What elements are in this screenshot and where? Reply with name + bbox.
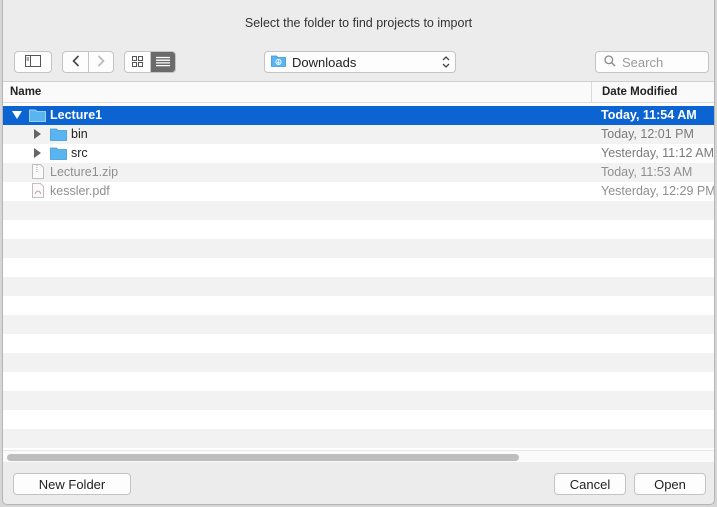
disclosure-closed-icon[interactable] — [34, 129, 41, 139]
location-popup[interactable]: Downloads — [264, 51, 456, 73]
folder-icon — [50, 127, 67, 144]
search-icon — [604, 54, 616, 70]
disclosure-open-icon[interactable] — [12, 111, 22, 119]
search-field[interactable]: Search — [595, 51, 709, 73]
dialog-title: Select the folder to find projects to im… — [244, 16, 473, 30]
empty-row — [3, 353, 714, 372]
file-date: Today, 11:54 AM — [601, 108, 697, 122]
downloads-folder-icon — [271, 54, 286, 70]
open-button[interactable]: Open — [634, 473, 706, 495]
icon-view-button[interactable] — [125, 52, 150, 72]
empty-row — [3, 239, 714, 258]
empty-row — [3, 315, 714, 334]
list-item: kessler.pdf Yesterday, 12:29 PM — [3, 182, 715, 201]
file-date: Today, 11:53 AM — [601, 165, 693, 179]
empty-row — [3, 296, 714, 315]
view-mode-switch — [124, 51, 176, 73]
scrollbar-thumb[interactable] — [7, 454, 519, 461]
sidebar-icon — [25, 54, 41, 70]
list-icon — [156, 55, 170, 70]
sidebar-toggle-button[interactable] — [14, 51, 52, 73]
horizontal-scrollbar[interactable] — [3, 450, 714, 462]
empty-row — [3, 220, 714, 239]
search-placeholder: Search — [622, 54, 664, 70]
empty-row — [3, 277, 714, 296]
file-name: Lecture1.zip — [50, 165, 119, 179]
file-name: src — [71, 146, 88, 160]
date-column-header[interactable]: Date Modified — [591, 82, 677, 103]
empty-row — [3, 201, 714, 220]
file-name: bin — [71, 127, 88, 141]
list-item[interactable]: src Yesterday, 11:12 AM — [3, 144, 715, 163]
back-button[interactable] — [63, 52, 88, 72]
history-navigation — [62, 51, 114, 73]
file-rows: Lecture1 Today, 11:54 AM bin Today, 12:0… — [3, 106, 715, 462]
chevron-right-icon — [97, 54, 105, 70]
forward-button[interactable] — [88, 52, 113, 72]
column-header: Name Date Modified — [3, 82, 714, 103]
import-dialog: Select the folder to find projects to im… — [2, 0, 715, 505]
empty-row — [3, 429, 714, 448]
cancel-button[interactable]: Cancel — [554, 473, 626, 495]
name-column-header[interactable]: Name — [10, 86, 41, 98]
grid-icon — [132, 55, 143, 70]
pdf-file-icon — [32, 183, 44, 201]
empty-row — [3, 334, 714, 353]
list-view-button[interactable] — [150, 52, 175, 72]
folder-icon — [50, 146, 67, 163]
new-folder-button[interactable]: New Folder — [13, 473, 131, 495]
list-item[interactable]: bin Today, 12:01 PM — [3, 125, 714, 144]
file-name: kessler.pdf — [50, 184, 110, 198]
file-name: Lecture1 — [50, 108, 103, 122]
file-date: Today, 12:01 PM — [601, 127, 694, 141]
empty-row — [3, 258, 714, 277]
list-item: Lecture1.zip Today, 11:53 AM — [3, 163, 714, 182]
folder-icon — [29, 108, 46, 125]
file-browser: Name Date Modified Lecture1 Today, 11:54… — [3, 81, 715, 462]
file-date: Yesterday, 12:29 PM — [601, 184, 715, 198]
chevron-left-icon — [71, 54, 80, 70]
list-item[interactable]: Lecture1 Today, 11:54 AM — [3, 106, 714, 125]
file-date: Yesterday, 11:12 AM — [601, 146, 715, 160]
disclosure-closed-icon[interactable] — [34, 148, 41, 158]
location-label: Downloads — [292, 54, 357, 70]
empty-row — [3, 410, 714, 429]
zip-file-icon — [32, 164, 44, 182]
updown-arrows-icon — [442, 55, 450, 72]
empty-row — [3, 391, 714, 410]
empty-row — [3, 372, 714, 391]
